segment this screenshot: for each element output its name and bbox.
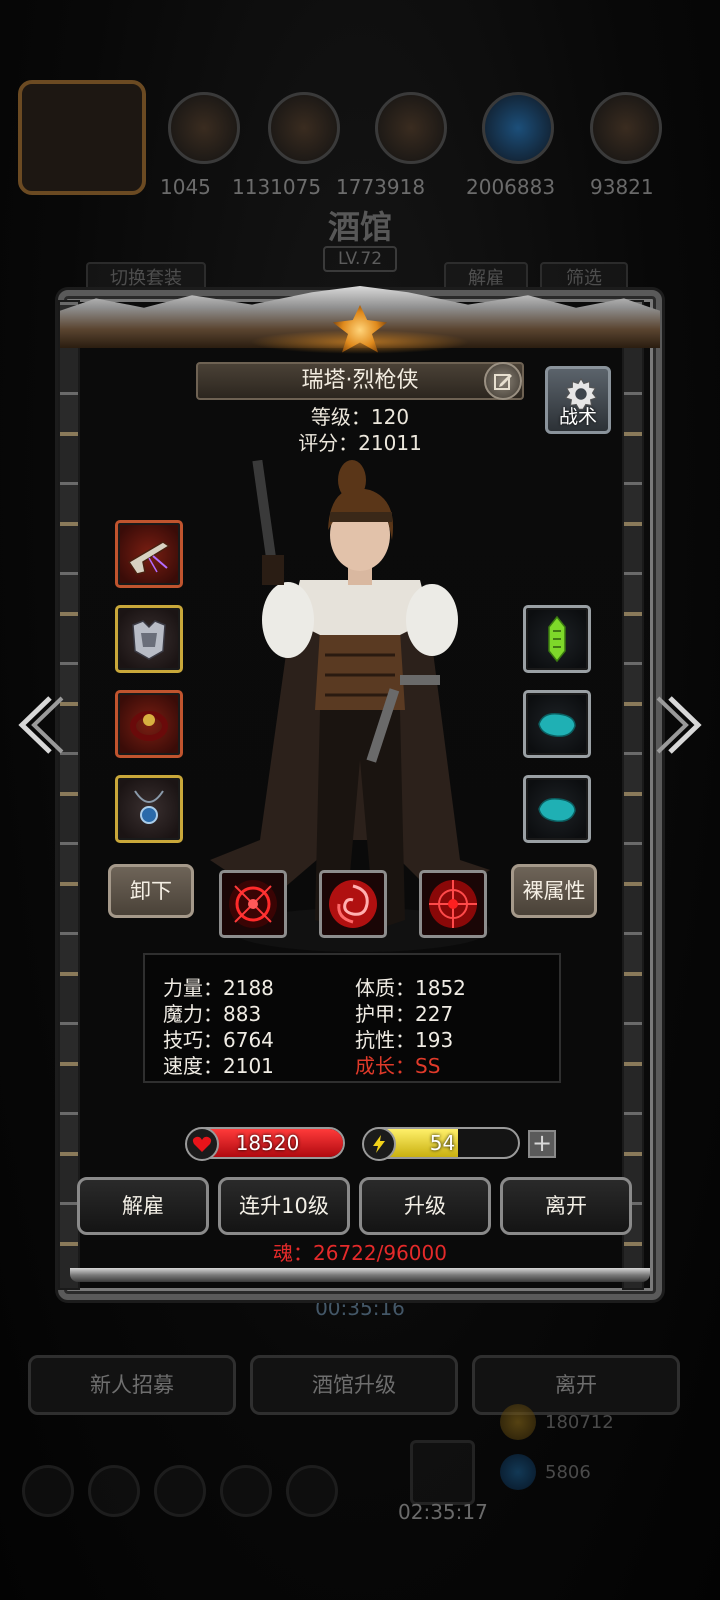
bg-menu-icon [154, 1465, 206, 1517]
bg-resource-count: 93821 [590, 175, 654, 199]
skill-slot-3[interactable] [419, 870, 487, 938]
chevron-right-icon [656, 696, 702, 754]
next-hero-button[interactable] [656, 690, 710, 760]
bg-recruit-button: 新人招募 [28, 1355, 236, 1415]
bg-resource-count: 1131075 [232, 175, 322, 199]
armor-icon [132, 620, 166, 660]
ring-slot[interactable] [115, 690, 183, 758]
stat-speed: 速度：2101 [163, 1054, 274, 1078]
unequip-button[interactable]: 卸下 [108, 864, 194, 918]
level-up-10-button[interactable]: 连升10级 [218, 1177, 350, 1235]
weapon-slot[interactable] [115, 520, 183, 588]
skill-slot-1[interactable] [219, 870, 287, 938]
red-target-skill-icon [229, 880, 277, 928]
bg-gold-count: 180712 [545, 1412, 614, 1433]
gem-slot-2[interactable] [523, 690, 591, 758]
hero-name: 瑞塔·烈枪侠 [196, 362, 524, 400]
soul-progress: 魂：26722/96000 [273, 1241, 447, 1265]
pistol-icon [127, 541, 171, 575]
gold-coin-icon [500, 1404, 536, 1440]
hero-score: 评分：21011 [298, 431, 422, 455]
ring-icon [130, 711, 168, 741]
bg-tavern-level: LV.72 [323, 246, 397, 272]
bg-resource-count: 1045 [160, 175, 211, 199]
bg-resource-count: 2006883 [466, 175, 556, 199]
bg-resource-icon [268, 92, 340, 164]
bg-menu-icon [220, 1465, 272, 1517]
stat-resistance: 抗性：193 [355, 1028, 454, 1052]
green-crystal-icon [548, 615, 566, 663]
bg-portrait-frame [18, 80, 146, 195]
stat-growth: 成长：SS [355, 1054, 441, 1078]
level-up-button[interactable]: 升级 [359, 1177, 491, 1235]
bg-chest-icon [410, 1440, 475, 1505]
bg-resource-icon [590, 92, 662, 164]
hero-level: 等级：120 [310, 405, 410, 429]
tactics-label: 战术 [558, 406, 597, 428]
dismiss-hero-button[interactable]: 解雇 [77, 1177, 209, 1235]
stat-constitution: 体质：1852 [355, 976, 466, 1000]
tactics-button[interactable]: 战术 [545, 366, 611, 434]
bg-chest-timer: 02:35:17 [398, 1500, 488, 1524]
stat-magic: 魔力：883 [163, 1002, 262, 1026]
bg-resource-icon [482, 92, 554, 164]
crosshair-skill-icon [429, 880, 477, 928]
gem-slot-3[interactable] [523, 775, 591, 843]
bg-tavern-title: 酒馆 [327, 208, 392, 246]
bg-gem-count: 5806 [545, 1462, 591, 1483]
necklace-slot[interactable] [115, 775, 183, 843]
armor-slot[interactable] [115, 605, 183, 673]
previous-hero-button[interactable] [10, 690, 64, 760]
leave-button[interactable]: 离开 [500, 1177, 632, 1235]
bg-resource-icon [375, 92, 447, 164]
bg-menu-icon [88, 1465, 140, 1517]
bg-resource-count: 1773918 [336, 175, 426, 199]
heart-icon [185, 1127, 219, 1161]
frame-bottom-edge [70, 1268, 650, 1282]
naked-attributes-button[interactable]: 裸属性 [511, 864, 597, 918]
lightning-icon [362, 1127, 396, 1161]
amulet-icon [134, 790, 164, 824]
add-energy-button[interactable]: + [528, 1130, 556, 1158]
chevron-left-icon [18, 696, 64, 754]
bg-menu-icon [286, 1465, 338, 1517]
stat-skill: 技巧：6764 [163, 1028, 274, 1052]
red-swirl-skill-icon [329, 880, 377, 928]
bg-leave-button: 离开 [472, 1355, 680, 1415]
bg-resource-icon [168, 92, 240, 164]
skill-slot-2[interactable] [319, 870, 387, 938]
turquoise-stone-icon [538, 712, 576, 738]
turquoise-stone-icon [538, 797, 576, 823]
stats-panel: 力量：2188 体质：1852 魔力：883 护甲：227 技巧：6764 抗性… [143, 953, 561, 1083]
gem-icon [500, 1454, 536, 1490]
stat-armor: 护甲：227 [355, 1002, 454, 1026]
bg-tavern-upgrade-button: 酒馆升级 [250, 1355, 458, 1415]
rename-icon[interactable] [484, 362, 522, 400]
stat-strength: 力量：2188 [163, 976, 274, 1000]
bg-menu-icon [22, 1465, 74, 1517]
gem-slot-1[interactable] [523, 605, 591, 673]
